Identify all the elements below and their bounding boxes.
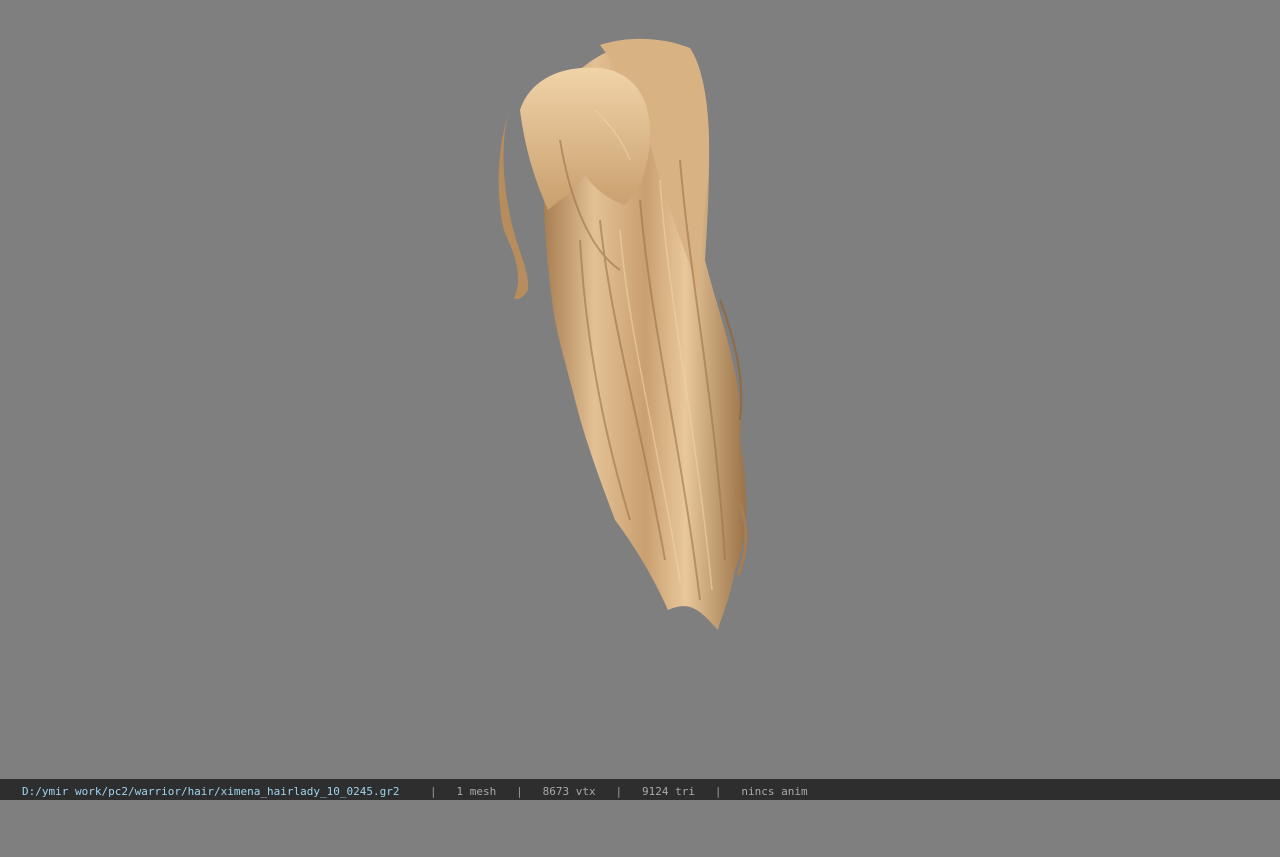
hair-model [498,38,748,631]
separator: | [615,785,623,798]
status-bar: D:/ymir work/pc2/warrior/hair/ximena_hai… [0,779,1280,800]
animation-status: nincs anim [741,785,808,798]
separator: | [516,785,523,798]
3d-viewport[interactable] [0,0,1280,779]
separator: | [430,785,437,798]
hair-left-strand [498,105,529,300]
separator: | [714,785,722,798]
mesh-count: 1 mesh [456,785,497,798]
vertex-count: 8673 vtx [542,785,596,798]
triangle-count: 9124 tri [641,785,695,798]
model-stats: | 1 mesh | 8673 vtx | 9124 tri | nincs a… [430,779,808,805]
file-path: D:/ymir work/pc2/warrior/hair/ximena_hai… [22,785,400,798]
